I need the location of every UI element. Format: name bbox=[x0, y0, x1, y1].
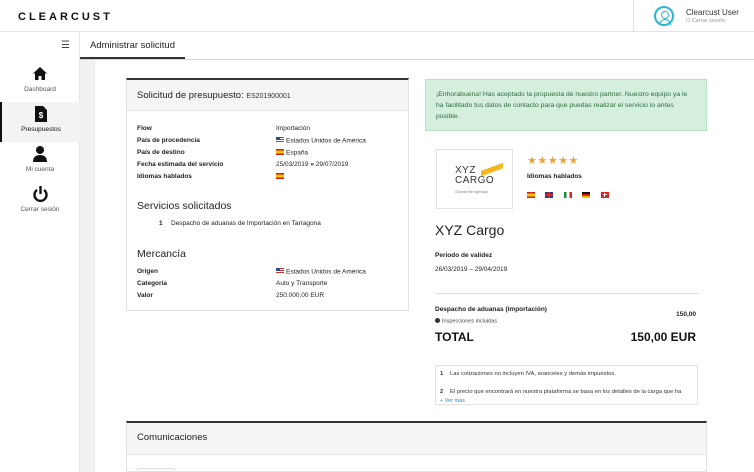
field-value: Importación bbox=[276, 125, 310, 132]
field-label: Flow bbox=[137, 125, 152, 132]
field-label: Idiomas hablados bbox=[137, 173, 192, 180]
uk-flag-icon bbox=[545, 191, 554, 198]
logout-label: Cerrar sesión bbox=[691, 18, 725, 24]
power-icon bbox=[0, 186, 80, 207]
note-number: 1 bbox=[440, 371, 444, 377]
field-value: España bbox=[276, 149, 308, 157]
field-value: 25/03/2019 » 29/07/2019 bbox=[276, 161, 349, 168]
field-value: 250.000,00 EUR bbox=[276, 292, 325, 299]
field-label: Valor bbox=[137, 292, 153, 299]
sidebar-item-presupuestos[interactable]: $ Presupuestos bbox=[0, 102, 80, 142]
goods-title: Mercancía bbox=[137, 248, 187, 260]
fee-label: Despacho de aduanas (importación) bbox=[435, 306, 547, 313]
sidebar-item-label: Mi cuenta bbox=[25, 166, 55, 173]
field-value: Estados Unidos de América bbox=[276, 137, 366, 145]
double-chevron-right-icon: » bbox=[310, 161, 314, 168]
validity-label: Periodo de validez bbox=[435, 252, 493, 259]
user-icon bbox=[0, 146, 80, 167]
request-title: Solicitud de presupuesto: bbox=[137, 90, 244, 101]
partner-logo-tagline: Choose the right way bbox=[455, 190, 488, 194]
note-text: Las cotizaciones no incluyen IVA, arance… bbox=[450, 371, 616, 377]
sidebar-item-label: Presupuestos bbox=[21, 126, 61, 133]
sidebar: ☰ Dashboard $ Presupuestos Mi cuenta Cer… bbox=[0, 32, 80, 472]
fee-note: Inspecciones incluidas bbox=[435, 318, 497, 325]
fee-value: 150,00 bbox=[676, 311, 696, 318]
sidebar-item-mi-cuenta[interactable]: Mi cuenta bbox=[0, 142, 80, 182]
validity-value: 26/03/2019 – 29/04/2019 bbox=[435, 266, 508, 273]
terms-notes[interactable]: 1 Las cotizaciones no incluyen IVA, aran… bbox=[435, 365, 698, 405]
info-icon bbox=[435, 318, 440, 323]
top-header: CLEARCUST Clearcust User ⏻ Cerrar sesión bbox=[0, 0, 754, 32]
spain-flag-icon bbox=[276, 173, 284, 179]
partner-logo-swoosh-icon bbox=[481, 163, 503, 177]
partner-logo: XYZ CARGO Choose the right way bbox=[436, 149, 513, 209]
app-logo[interactable]: CLEARCUST bbox=[18, 11, 113, 23]
field-label: País de procedencia bbox=[137, 137, 200, 144]
note-text: El precio que encontrará en nuestra plat… bbox=[450, 389, 682, 395]
communications-title: Comunicaciones bbox=[127, 423, 706, 455]
field-label: Origen bbox=[137, 268, 158, 275]
page-title: Administrar solicitud bbox=[80, 40, 185, 59]
field-value: Estados Unidos de América bbox=[276, 268, 366, 276]
sidebar-item-label: Dashboard bbox=[24, 86, 56, 93]
spain-flag-icon bbox=[527, 191, 535, 198]
partner-language-flags bbox=[527, 184, 615, 202]
divider bbox=[435, 293, 698, 294]
request-card: Solicitud de presupuesto: ES201900001 Fl… bbox=[126, 78, 409, 311]
user-menu[interactable]: Clearcust User ⏻ Cerrar sesión bbox=[633, 0, 754, 32]
italy-flag-icon bbox=[563, 191, 572, 198]
us-flag-icon bbox=[276, 268, 284, 274]
partner-languages-label: Idiomas hablados bbox=[527, 173, 582, 180]
germany-flag-icon bbox=[582, 191, 591, 198]
communications-card: Comunicaciones bbox=[126, 421, 707, 472]
field-value: Auto y Transporte bbox=[276, 280, 328, 287]
field-label: País de destino bbox=[137, 149, 185, 156]
field-value bbox=[276, 173, 286, 181]
switzerland-flag-icon bbox=[600, 191, 609, 198]
note-number: 2 bbox=[440, 389, 444, 395]
request-card-header: Solicitud de presupuesto: ES201900001 bbox=[127, 80, 408, 111]
service-text: Despacho de aduanas de Importación en Ta… bbox=[171, 220, 321, 227]
field-label: Categoría bbox=[137, 280, 167, 287]
communications-tab[interactable] bbox=[137, 468, 175, 472]
logout-link[interactable]: ⏻ Cerrar sesión bbox=[686, 18, 725, 25]
services-title: Servicios solicitados bbox=[137, 200, 232, 212]
user-avatar-icon[interactable] bbox=[654, 6, 674, 26]
sidebar-item-label: Cerrar sesión bbox=[20, 206, 60, 213]
sidebar-item-dashboard[interactable]: Dashboard bbox=[0, 62, 80, 102]
user-name: Clearcust User bbox=[686, 8, 739, 17]
title-bar: Administrar solicitud bbox=[80, 32, 754, 60]
field-label: Fecha estimada del servicio bbox=[137, 161, 224, 168]
us-flag-icon bbox=[276, 137, 284, 143]
total-label: TOTAL bbox=[435, 330, 474, 344]
success-alert: ¡Enhorabuena! Has aceptado la propuesta … bbox=[425, 79, 707, 131]
hamburger-icon[interactable]: ☰ bbox=[61, 40, 70, 51]
invoice-dollar-icon: $ bbox=[2, 106, 80, 127]
partner-card: XYZ CARGO Choose the right way ★★★★★ Idio… bbox=[425, 141, 707, 405]
spain-flag-icon bbox=[276, 149, 284, 155]
request-id: ES201900001 bbox=[246, 93, 291, 100]
sidebar-item-cerrar-sesion[interactable]: Cerrar sesión bbox=[0, 182, 80, 222]
home-icon bbox=[0, 66, 80, 86]
svg-text:$: $ bbox=[39, 111, 44, 120]
service-number: 1 bbox=[159, 220, 163, 227]
see-more-link[interactable]: + Ver más bbox=[440, 398, 469, 404]
total-value: 150,00 EUR bbox=[630, 330, 696, 344]
rating-stars: ★★★★★ bbox=[527, 155, 579, 167]
partner-name: XYZ Cargo bbox=[435, 222, 505, 238]
